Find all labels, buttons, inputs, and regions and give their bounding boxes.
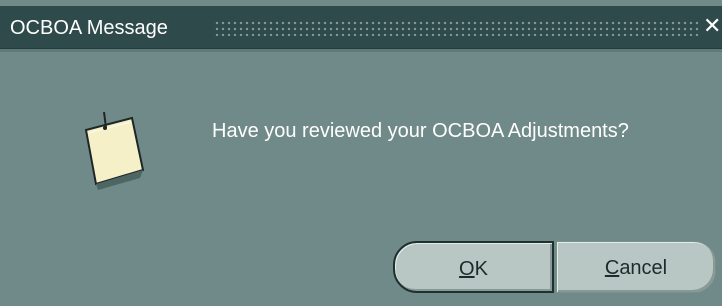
dialog-top-shadow — [0, 49, 722, 52]
close-icon[interactable]: ✕ — [703, 14, 722, 40]
title-bar-pattern — [214, 20, 700, 36]
sticky-note-icon — [84, 112, 145, 190]
cancel-label-rest: ancel — [619, 257, 668, 279]
title-bar[interactable]: OCBOA Message ✕ — [0, 6, 722, 49]
ok-button[interactable]: OK — [393, 241, 554, 293]
cancel-button[interactable]: Cancel — [556, 241, 716, 293]
ok-label-rest: K — [474, 258, 488, 280]
window-title: OCBOA Message — [10, 17, 168, 39]
dialog-window: OCBOA Message ✕ Have you reviewed your O… — [0, 0, 722, 306]
ok-mnemonic: O — [459, 258, 475, 280]
cancel-mnemonic: C — [604, 257, 620, 279]
dialog-message: Have you reviewed your OCBOA Adjustments… — [212, 120, 629, 142]
